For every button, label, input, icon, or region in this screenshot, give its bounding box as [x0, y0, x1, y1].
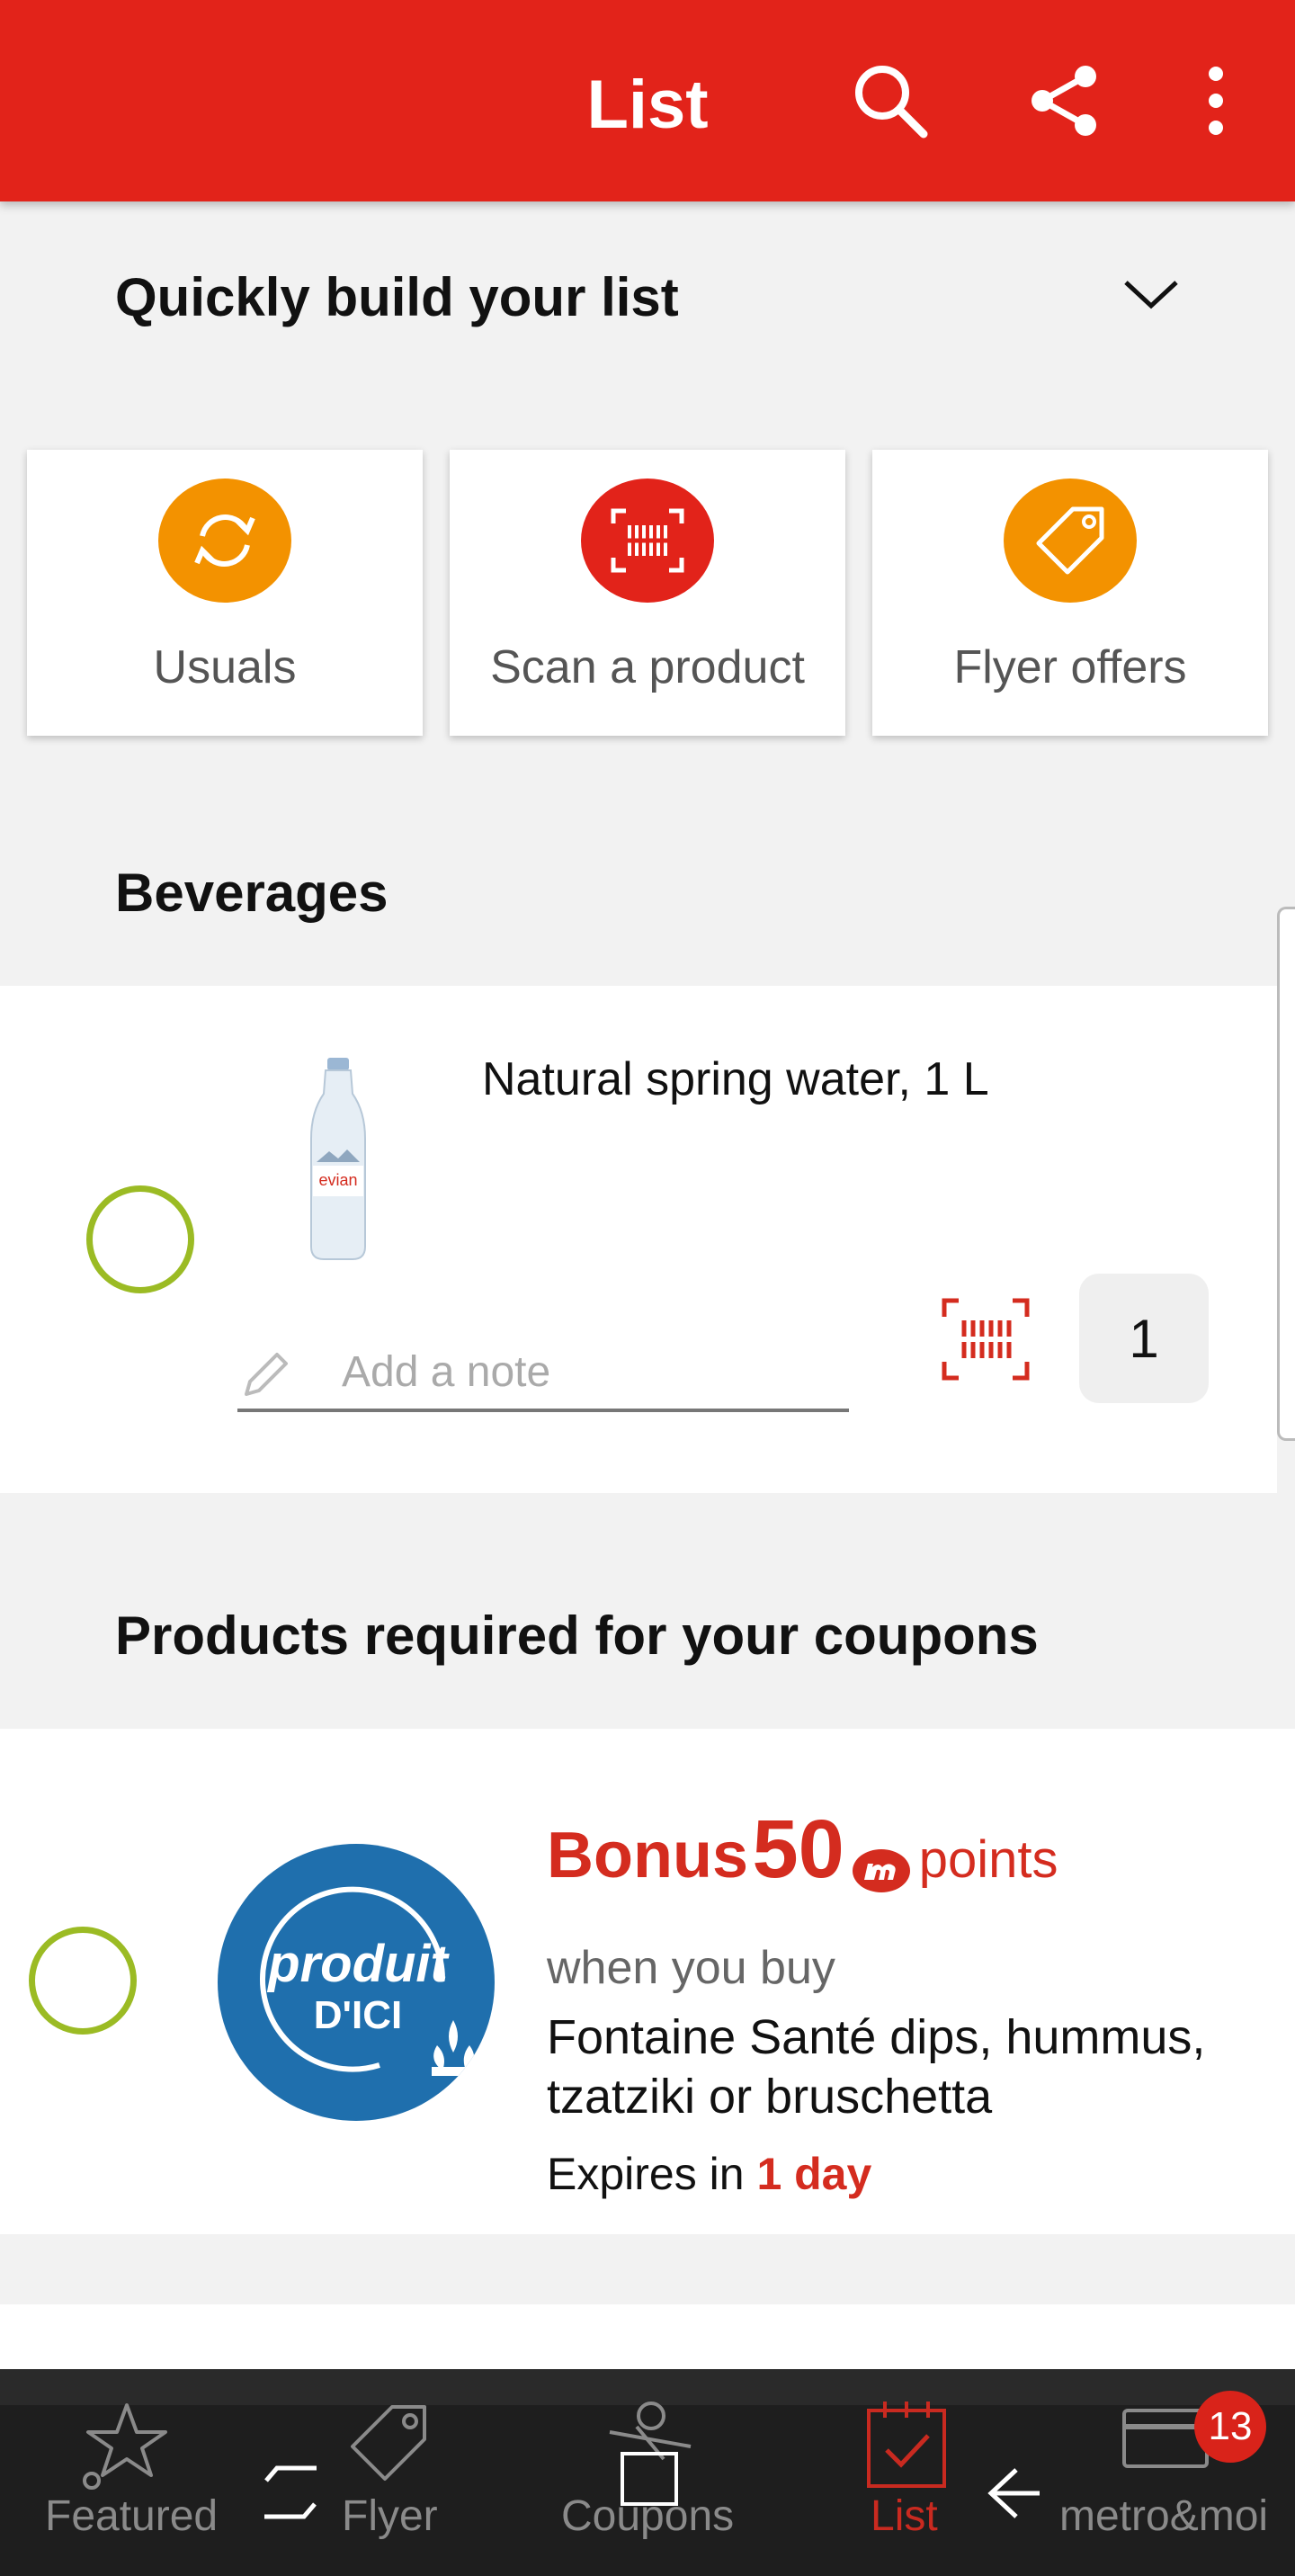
product-brand: evian — [318, 1171, 358, 1189]
tag-icon[interactable] — [342, 2396, 435, 2490]
add-note-field[interactable]: Add a note — [342, 1347, 550, 1397]
pencil-icon — [237, 1349, 291, 1403]
bonus-line: Bonus 50 points — [547, 1802, 1058, 1899]
back-arrow-icon[interactable] — [984, 2461, 1047, 2524]
checklist-icon[interactable] — [863, 2400, 950, 2490]
expiry-line: Expires in 1 day — [547, 2148, 871, 2200]
beverages-title: Beverages — [115, 863, 388, 923]
usuals-label: Usuals — [153, 641, 297, 693]
nav-list[interactable]: List — [871, 2491, 938, 2541]
notification-badge: 13 — [1194, 2391, 1266, 2463]
nav-flyer[interactable]: Flyer — [342, 2491, 438, 2541]
barcode-icon — [581, 479, 714, 603]
app-bar: List — [0, 0, 1295, 201]
coupon-check-circle[interactable] — [29, 1927, 137, 2035]
scan-product-card[interactable]: Scan a product — [450, 450, 845, 736]
quick-build-title: Quickly build your list — [115, 267, 679, 327]
coupons-title: Products required for your coupons — [115, 1606, 1039, 1666]
more-vertical-icon[interactable] — [1171, 56, 1261, 146]
star-icon[interactable] — [77, 2400, 176, 2490]
item-name: Natural spring water, 1 L — [482, 1053, 989, 1105]
quantity-field[interactable]: 1 — [1079, 1274, 1209, 1403]
product-image: evian — [302, 1058, 374, 1261]
usuals-card[interactable]: Usuals — [27, 450, 423, 736]
flyer-offers-label: Flyer offers — [953, 641, 1187, 693]
refresh-icon — [158, 479, 291, 603]
switch-icon — [259, 2461, 322, 2524]
nav-metro-moi[interactable]: metro&moi — [1059, 2491, 1268, 2541]
flyer-offers-card[interactable]: Flyer offers — [872, 450, 1268, 736]
expires-prefix: Expires in — [547, 2149, 745, 2199]
chevron-down-icon[interactable] — [1119, 266, 1183, 320]
produit-dici-logo: produit D'ICI — [218, 1844, 495, 2121]
logo-line2: D'ICI — [313, 1993, 403, 2037]
nav-coupons[interactable]: Coupons — [561, 2491, 734, 2541]
side-drawer-handle[interactable] — [1277, 907, 1295, 1441]
item-check-circle[interactable] — [86, 1185, 194, 1293]
when-you-buy: when you buy — [547, 1942, 835, 1994]
expires-value: 1 day — [756, 2149, 872, 2199]
points-word: points — [918, 1830, 1058, 1889]
nav-featured[interactable]: Featured — [45, 2491, 218, 2541]
bonus-word: Bonus — [547, 1820, 748, 1892]
logo-line1: produit — [268, 1935, 448, 1993]
tag-icon — [1004, 479, 1137, 603]
note-underline — [237, 1409, 849, 1412]
page-title: List — [586, 67, 709, 143]
barcode-icon[interactable] — [941, 1297, 1031, 1382]
search-icon[interactable] — [845, 56, 935, 146]
bonus-points: 50 — [752, 1803, 844, 1895]
coupon-description: Fontaine Santé dips, hummus, tzatziki or… — [547, 2010, 1206, 2124]
scan-product-label: Scan a product — [490, 641, 805, 693]
metro-points-icon — [852, 1847, 911, 1899]
share-icon[interactable] — [1020, 56, 1110, 146]
